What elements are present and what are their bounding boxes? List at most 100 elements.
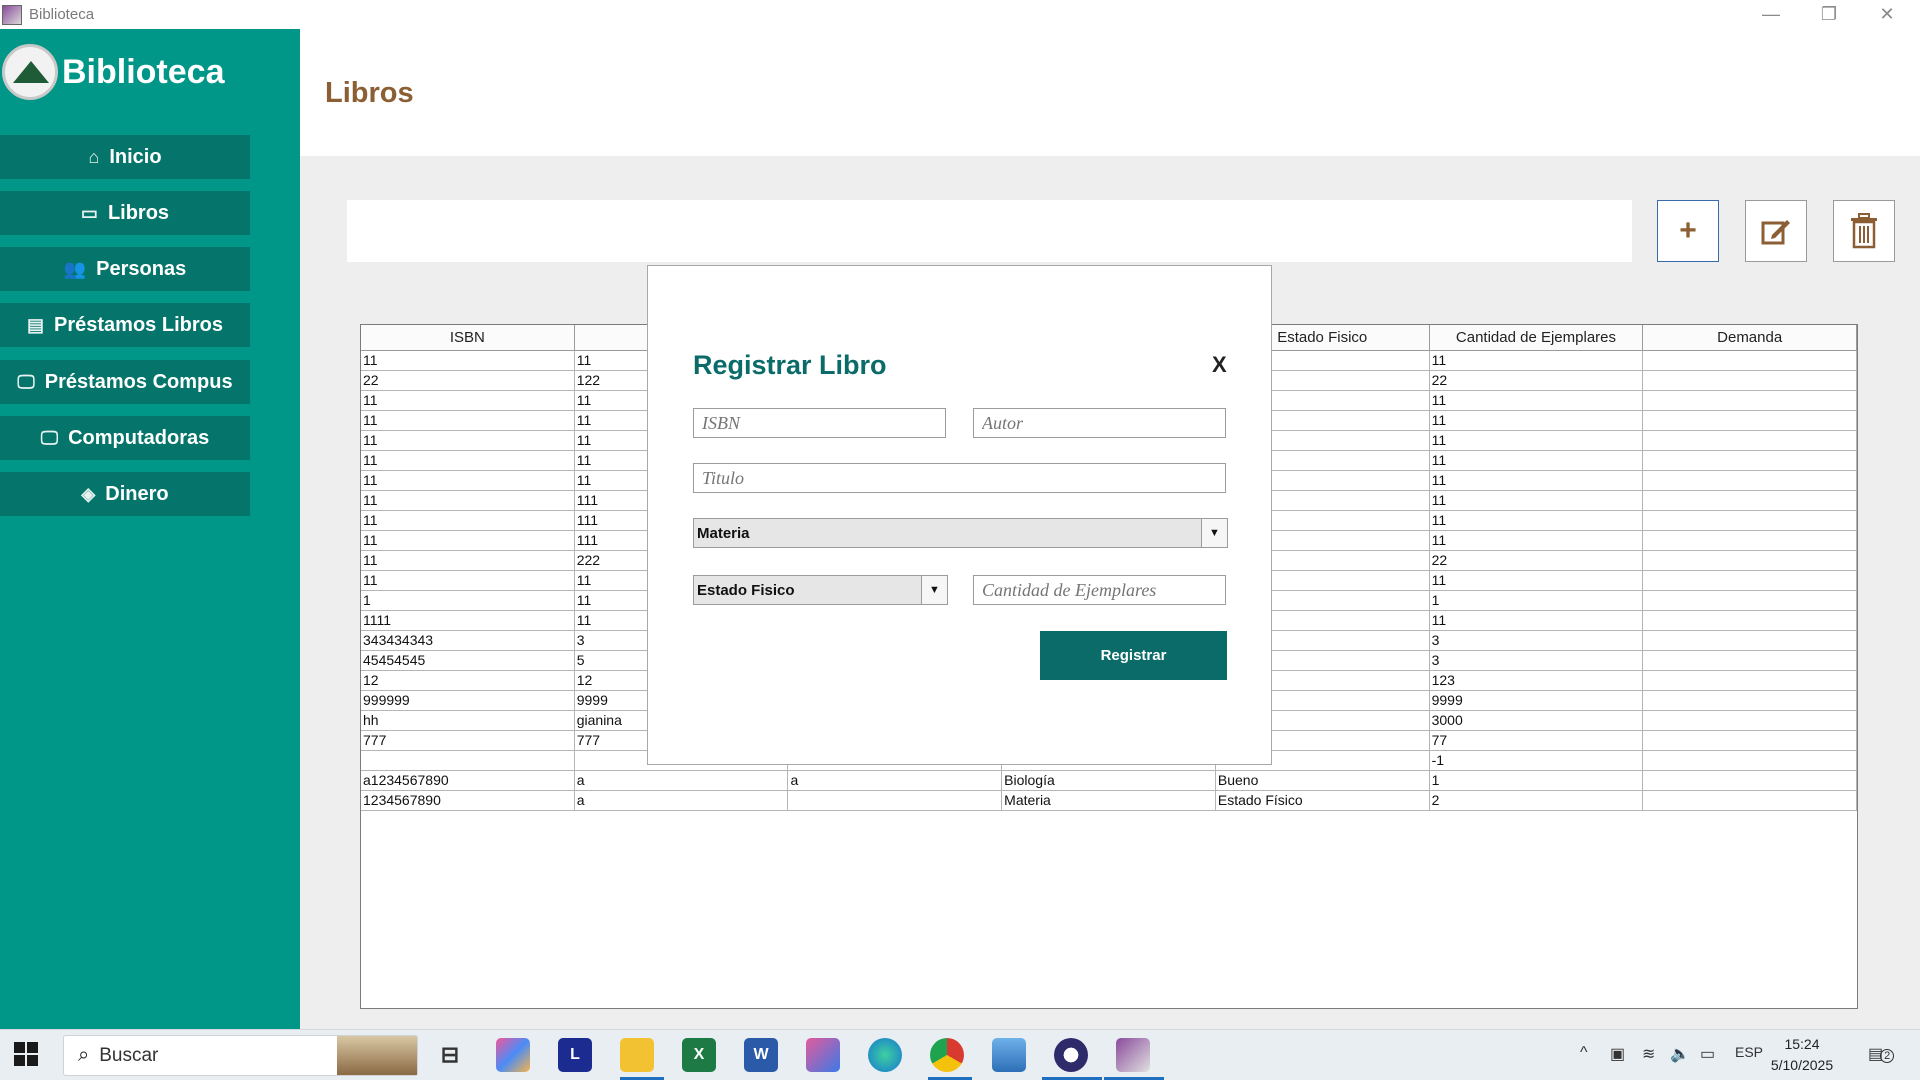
volume-icon[interactable]: 🔈	[1670, 1044, 1690, 1064]
table-cell: 11	[1429, 411, 1644, 431]
task-view-icon[interactable]: ⊟	[433, 1038, 467, 1072]
table-cell: 1234567890	[361, 791, 575, 811]
table-cell: 11	[1429, 351, 1644, 371]
table-cell: 11	[361, 531, 575, 551]
table-cell	[1643, 351, 1858, 371]
edit-button[interactable]	[1745, 200, 1807, 262]
plus-icon: +	[1679, 214, 1697, 247]
table-cell	[1643, 671, 1858, 691]
dialog-title: Registrar Libro	[693, 350, 887, 380]
app-icon	[2, 4, 22, 25]
money-icon: ◈	[81, 483, 96, 504]
search-icon: ⌕	[78, 1044, 90, 1066]
table-cell	[1643, 611, 1858, 631]
sidebar-item-computadoras[interactable]: 🖵 Computadoras	[0, 416, 250, 460]
clock[interactable]: 15:24 5/10/2025	[1762, 1034, 1842, 1076]
clock-time: 15:24	[1784, 1036, 1820, 1052]
battery-icon[interactable]: ▭	[1700, 1044, 1715, 1064]
chevron-down-icon: ▼	[1201, 519, 1227, 547]
main-header: Libros	[300, 29, 1920, 156]
table-cell: a	[574, 771, 789, 791]
word-icon[interactable]: W	[744, 1038, 778, 1072]
clipboard-icon: ▤	[27, 314, 45, 335]
taskbar-search[interactable]: ⌕ Buscar	[63, 1035, 418, 1076]
table-cell: 3000	[1429, 711, 1644, 731]
table-cell	[1643, 651, 1858, 671]
materia-select[interactable]: Materia ▼	[693, 518, 1228, 548]
photos-icon[interactable]	[992, 1038, 1026, 1072]
table-cell: 11	[1429, 611, 1644, 631]
table-cell: 11	[1429, 531, 1644, 551]
chevron-up-icon[interactable]: ^	[1580, 1044, 1588, 1062]
trash-icon	[1851, 213, 1877, 249]
sidebar-item-inicio[interactable]: ⌂ Inicio	[0, 135, 250, 179]
minimize-icon[interactable]: —	[1742, 0, 1800, 29]
wifi-icon[interactable]: ≋	[1642, 1044, 1655, 1064]
column-header[interactable]: Cantidad de Ejemplares	[1429, 325, 1644, 351]
file-explorer-icon[interactable]	[620, 1038, 654, 1072]
eclipse-icon[interactable]	[1054, 1038, 1088, 1072]
clock-date: 5/10/2025	[1770, 1057, 1834, 1073]
java-app-icon[interactable]	[1116, 1038, 1150, 1072]
close-window-icon[interactable]: ✕	[1858, 0, 1916, 29]
windows-start-icon[interactable]	[14, 1042, 38, 1066]
isbn-field[interactable]	[693, 408, 946, 438]
estado-selected-value: Estado Fisico	[697, 581, 795, 599]
sidebar-item-prestamos-libros[interactable]: ▤ Préstamos Libros	[0, 303, 250, 347]
restore-icon[interactable]: ❐	[1800, 0, 1858, 29]
table-cell	[1643, 771, 1858, 791]
table-cell: 11	[1429, 571, 1644, 591]
table-cell: 11	[361, 571, 575, 591]
edge-icon[interactable]	[868, 1038, 902, 1072]
table-cell	[1643, 591, 1858, 611]
excel-icon[interactable]: X	[682, 1038, 716, 1072]
table-cell: 123	[1429, 671, 1644, 691]
table-cell: 11	[361, 511, 575, 531]
table-cell: 11	[1429, 431, 1644, 451]
sidebar-item-personas[interactable]: 👥 Personas	[0, 247, 250, 291]
add-button[interactable]: +	[1657, 200, 1719, 262]
m365-icon[interactable]	[806, 1038, 840, 1072]
sidebar-item-libros[interactable]: ▭ Libros	[0, 191, 250, 235]
delete-button[interactable]	[1833, 200, 1895, 262]
sidebar-item-prestamos-compus[interactable]: 🖵 Préstamos Compus	[0, 360, 250, 404]
search-highlight-icon	[337, 1036, 417, 1075]
table-row[interactable]: a1234567890 a a Biología Bueno 1	[361, 771, 1858, 791]
registrar-libro-dialog: Registrar Libro X Materia ▼ Estado Fisic…	[647, 265, 1272, 765]
l-app-icon[interactable]: L	[558, 1038, 592, 1072]
table-cell	[1643, 451, 1858, 471]
table-cell: 11	[361, 471, 575, 491]
page-title: Libros	[325, 77, 414, 109]
table-cell: Materia	[1002, 791, 1216, 811]
device-icon[interactable]: ▣	[1610, 1044, 1625, 1064]
window-title: Biblioteca	[29, 6, 95, 23]
monitor-icon: 🖵	[17, 371, 35, 392]
registrar-button[interactable]: Registrar	[1040, 631, 1227, 680]
table-cell: a	[788, 771, 1003, 791]
chrome-icon[interactable]	[930, 1038, 964, 1072]
cantidad-field[interactable]	[973, 575, 1226, 605]
language-indicator[interactable]: ESP	[1735, 1044, 1763, 1060]
sidebar-item-dinero[interactable]: ◈ Dinero	[0, 472, 250, 516]
notification-icon[interactable]: ▤2	[1868, 1044, 1895, 1064]
autor-field[interactable]	[973, 408, 1226, 438]
table-cell: a	[574, 791, 789, 811]
table-cell	[1643, 471, 1858, 491]
titulo-field[interactable]	[693, 463, 1226, 493]
search-input[interactable]	[347, 200, 1632, 262]
table-cell: 12	[361, 671, 575, 691]
table-cell: 343434343	[361, 631, 575, 651]
brand-title: Biblioteca	[62, 52, 225, 91]
copilot-icon[interactable]	[496, 1038, 530, 1072]
estado-fisico-select[interactable]: Estado Fisico ▼	[693, 575, 948, 605]
column-header[interactable]: ISBN	[361, 325, 575, 351]
taskbar: ⌕ Buscar ⊟ L X W ^ ▣ ≋ 🔈 ▭ ESP 15:24 5/1…	[0, 1029, 1920, 1080]
sidebar-item-label: Préstamos Libros	[54, 313, 223, 336]
table-cell	[1643, 791, 1858, 811]
column-header[interactable]: Demanda	[1643, 325, 1858, 351]
table-cell	[1643, 511, 1858, 531]
sidebar-item-label: Libros	[107, 201, 170, 224]
table-cell: 11	[361, 451, 575, 471]
table-row[interactable]: 1234567890 a Materia Estado Físico 2	[361, 791, 1858, 811]
close-icon[interactable]: X	[1212, 352, 1227, 378]
